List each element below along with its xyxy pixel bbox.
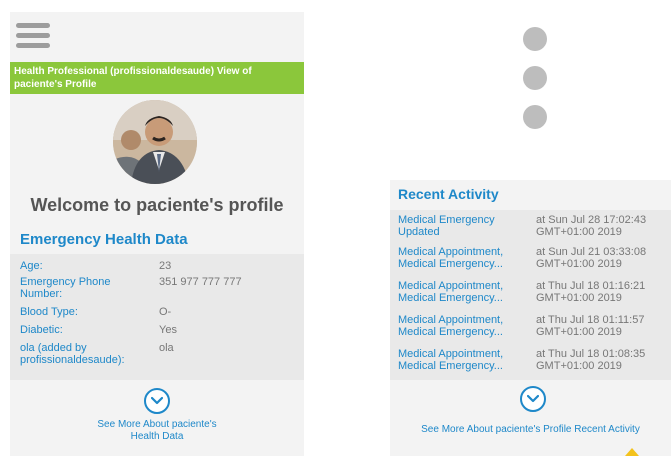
- dot: [523, 66, 547, 90]
- dot: [523, 27, 547, 51]
- recent-activity-title: Recent Activity: [398, 186, 499, 202]
- row-label: ola (added by profissionaldesaude):: [20, 342, 125, 366]
- expand-health-data-button[interactable]: [144, 388, 170, 414]
- page-title: Welcome to paciente's profile: [30, 195, 284, 215]
- vertical-dots-icon[interactable]: [523, 27, 547, 144]
- chevron-down-icon: [151, 396, 163, 405]
- expand-activity-button[interactable]: [520, 386, 546, 412]
- activity-description: Medical Appointment, Medical Emergency..…: [398, 280, 504, 304]
- activity-timestamp: at Thu Jul 18 01:08:35 GMT+01:00 2019: [536, 348, 646, 372]
- avatar: [113, 100, 197, 184]
- row-value: Yes: [159, 324, 177, 336]
- row-label: Blood Type:: [20, 306, 78, 318]
- activity-timestamp: at Sun Jul 28 17:02:43 GMT+01:00 2019: [536, 214, 647, 238]
- activity-timestamp: at Sun Jul 21 03:33:08 GMT+01:00 2019: [536, 246, 647, 270]
- activity-table: Medical Emergency Updated at Sun Jul 28 …: [390, 210, 671, 380]
- chevron-down-icon: [527, 394, 539, 403]
- activity-timestamp: at Thu Jul 18 01:16:21 GMT+01:00 2019: [536, 280, 646, 304]
- scroll-marker-icon: [625, 448, 639, 456]
- row-value: 351 977 777 777: [159, 276, 242, 288]
- activity-timestamp: at Thu Jul 18 01:11:57 GMT+01:00 2019: [536, 314, 645, 338]
- dot: [523, 105, 547, 129]
- row-label: Diabetic:: [20, 324, 63, 336]
- emergency-data-table: Age: 23 Emergency Phone Number: 351 977 …: [10, 254, 304, 380]
- row-value: 23: [159, 260, 172, 272]
- row-value: ola: [159, 342, 174, 354]
- row-label: Age:: [20, 260, 43, 272]
- health-profile-panel: Health Professional (profissionaldesaude…: [10, 12, 304, 456]
- profile-view-banner: Health Professional (profissionaldesaude…: [10, 62, 304, 94]
- row-value: O-: [159, 306, 172, 318]
- row-label: Emergency Phone Number:: [20, 276, 111, 300]
- hamburger-menu-icon[interactable]: [16, 23, 50, 49]
- recent-activity-panel: Recent Activity Medical Emergency Update…: [390, 180, 671, 456]
- activity-description: Medical Appointment, Medical Emergency..…: [398, 246, 504, 270]
- activity-description: Medical Emergency Updated: [398, 214, 495, 238]
- activity-description: Medical Appointment, Medical Emergency..…: [398, 314, 504, 338]
- see-more-health-data-link[interactable]: See More About paciente's Health Data: [90, 419, 224, 443]
- emergency-health-title: Emergency Health Data: [20, 231, 188, 248]
- activity-description: Medical Appointment, Medical Emergency..…: [398, 348, 504, 372]
- see-more-activity-link[interactable]: See More About paciente's Profile Recent…: [390, 424, 671, 435]
